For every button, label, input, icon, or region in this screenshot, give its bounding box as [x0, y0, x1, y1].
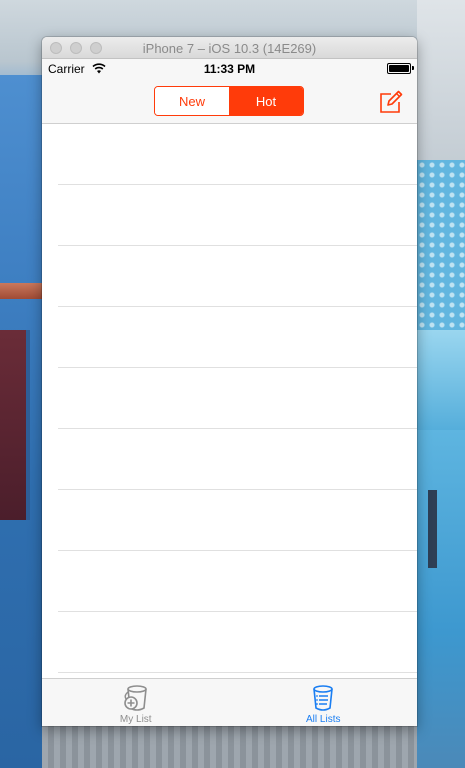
wallpaper-right-wall-top	[417, 0, 465, 160]
list-row[interactable]	[58, 612, 417, 673]
bucket-list-icon	[313, 685, 334, 711]
list-row[interactable]	[58, 124, 417, 185]
list-row[interactable]	[58, 551, 417, 612]
wallpaper-right-wall-mid	[417, 330, 465, 430]
wallpaper-left-door	[0, 330, 30, 520]
list-row[interactable]	[58, 368, 417, 429]
battery-tip	[412, 66, 414, 70]
wallpaper-left-roof	[0, 283, 42, 299]
simulator-title: iPhone 7 – iOS 10.3 (14E269)	[142, 41, 317, 56]
tab-my-list[interactable]: My List	[42, 679, 230, 726]
feed-segmented-control[interactable]: New Hot	[154, 86, 304, 116]
status-time: 11:33 PM	[203, 62, 256, 76]
list-row[interactable]	[58, 490, 417, 551]
list-row[interactable]	[58, 246, 417, 307]
bucket-plus-icon	[123, 685, 147, 711]
list-table[interactable]	[42, 124, 417, 678]
list-row[interactable]	[58, 307, 417, 368]
status-bar: Carrier 11:33 PM	[42, 59, 417, 79]
tab-all-lists-label: All Lists	[306, 714, 341, 725]
list-row[interactable]	[58, 185, 417, 246]
battery-level	[389, 65, 409, 72]
simulator-window: iPhone 7 – iOS 10.3 (14E269) Carrier 11:…	[42, 37, 417, 726]
compose-icon[interactable]	[379, 90, 403, 114]
tab-my-list-label: My List	[119, 714, 152, 725]
tab-all-lists[interactable]: All Lists	[230, 679, 418, 726]
wallpaper-right-window	[428, 490, 437, 568]
tab-bar: My List All Lists	[42, 678, 417, 726]
segment-new[interactable]: New	[155, 87, 229, 115]
simulator-titlebar[interactable]: iPhone 7 – iOS 10.3 (14E269)	[42, 37, 417, 59]
wallpaper-right-wall-low	[417, 430, 465, 768]
battery-icon	[387, 63, 411, 74]
wallpaper-street	[42, 726, 417, 768]
wallpaper-right-lattice	[417, 160, 465, 330]
segment-hot[interactable]: Hot	[229, 87, 303, 115]
list-row[interactable]	[58, 429, 417, 490]
navigation-bar: New Hot	[42, 79, 417, 124]
